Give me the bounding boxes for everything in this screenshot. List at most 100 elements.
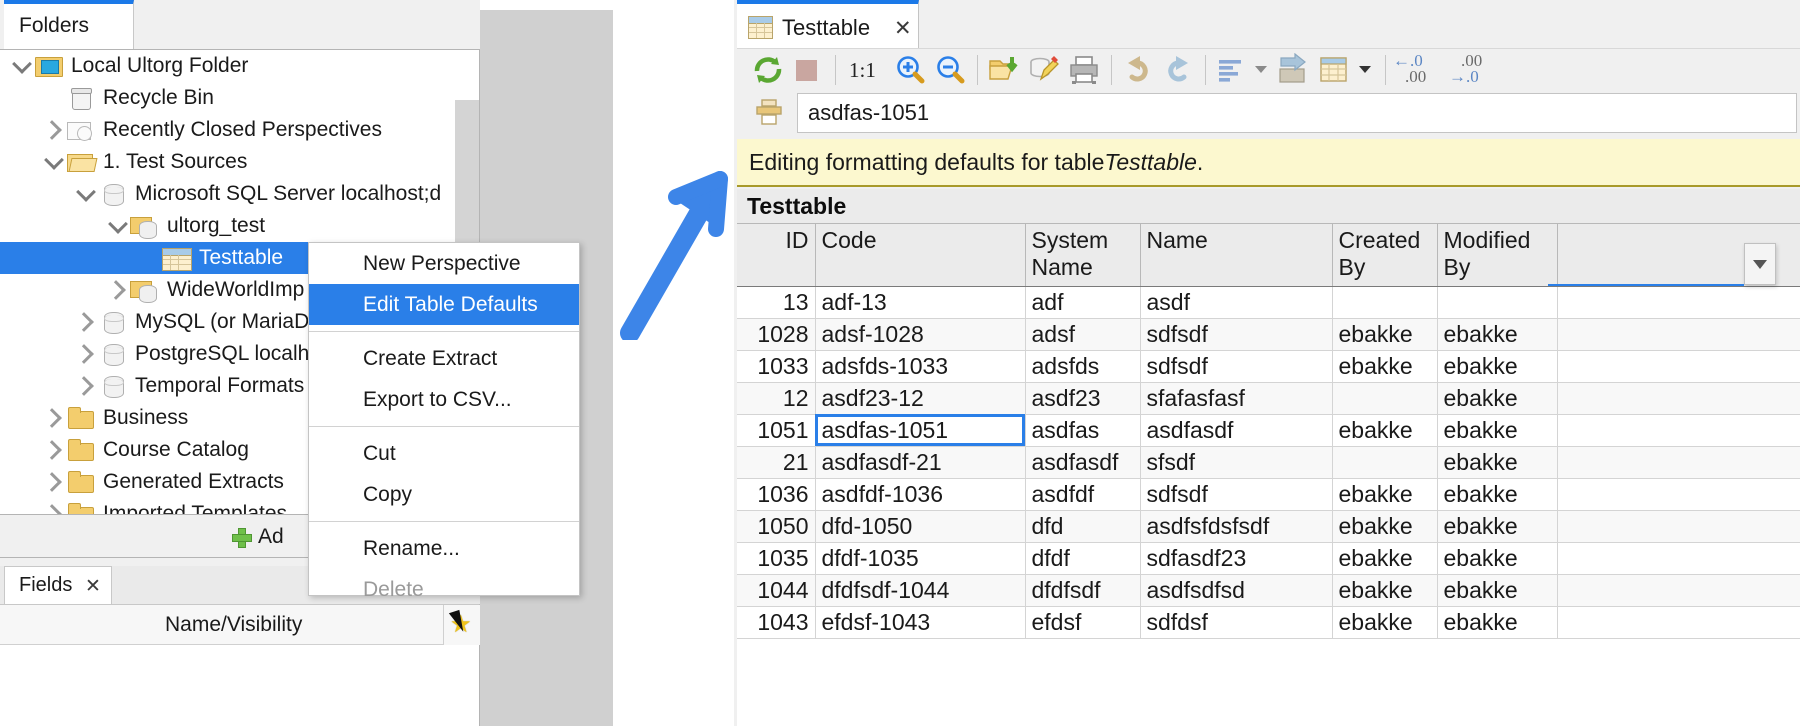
menu-item-rename[interactable]: Rename... — [309, 528, 579, 569]
grid-cell-code[interactable]: asdfdf-1036 — [815, 478, 1026, 511]
export-table-icon[interactable] — [1277, 52, 1311, 87]
grid-cell-modified-by[interactable]: ebakke — [1437, 510, 1558, 543]
grid-cell-system-name[interactable]: dfdf — [1025, 542, 1141, 575]
increase-decimal-icon[interactable]: .00 →.0 — [1449, 51, 1501, 87]
tab-folders[interactable]: Folders — [4, 0, 134, 49]
grid-cell-code[interactable]: dfdfsdf-1044 — [815, 574, 1026, 607]
open-folder-icon[interactable] — [987, 53, 1021, 87]
grid-cell-id[interactable]: 1043 — [737, 606, 816, 639]
grid-cell-created-by[interactable]: ebakke — [1332, 510, 1438, 543]
tree-item-recycle-bin[interactable]: Recycle Bin — [0, 82, 479, 114]
edit-database-icon[interactable] — [1027, 53, 1061, 87]
table-row[interactable]: 1036 asdfdf-1036 asdfdf sdfsdf ebakke ebakke — [737, 478, 1800, 511]
grid-cell-id[interactable]: 1051 — [737, 414, 816, 447]
align-left-icon[interactable] — [1215, 53, 1249, 87]
grid-cell-created-by[interactable]: ebakke — [1332, 318, 1438, 351]
decrease-decimal-icon[interactable]: ←.0 .00 — [1393, 51, 1445, 87]
grid-cell-modified-by[interactable]: ebakke — [1437, 414, 1558, 447]
grid-cell-id[interactable]: 21 — [737, 446, 816, 479]
grid-cell-system-name[interactable]: asdfdf — [1025, 478, 1141, 511]
grid-cell-name[interactable]: asdf — [1140, 286, 1333, 319]
grid-cell-modified-by[interactable]: ebakke — [1437, 542, 1558, 575]
column-dropdown-icon[interactable] — [1744, 243, 1776, 285]
print-icon[interactable] — [1067, 53, 1101, 87]
grid-cell-id[interactable]: 1044 — [737, 574, 816, 607]
grid-cell-modified-by[interactable]: ebakke — [1437, 574, 1558, 607]
grid-cell-code[interactable]: asdf23-12 — [815, 382, 1026, 415]
chevron-down-icon[interactable] — [42, 146, 66, 178]
table-row[interactable]: 12 asdf23-12 asdf23 sfafasfasf ebakke — [737, 382, 1800, 415]
grid-cell-name[interactable]: asdfsdfsd — [1140, 574, 1333, 607]
chevron-right-icon[interactable] — [106, 274, 130, 306]
zoom-out-icon[interactable] — [933, 53, 967, 87]
chevron-right-icon[interactable] — [42, 114, 66, 146]
undo-icon[interactable] — [1121, 53, 1155, 87]
chevron-down-icon[interactable] — [10, 50, 34, 82]
tab-testtable[interactable]: Testtable ✕ — [737, 0, 919, 48]
tree-item-local-ultorg-folder[interactable]: Local Ultorg Folder — [0, 50, 479, 82]
grid-cell-created-by[interactable]: ebakke — [1332, 574, 1438, 607]
refresh-icon[interactable] — [751, 53, 785, 87]
grid-cell-created-by[interactable] — [1332, 382, 1438, 415]
table-row[interactable]: 21 asdfasdf-21 asdfasdf sfsdf ebakke — [737, 446, 1800, 479]
grid-cell-code[interactable]: asdfasdf-21 — [815, 446, 1026, 479]
table-row[interactable]: 1043 efdsf-1043 efdsf sdfdsf ebakke ebakke — [737, 606, 1800, 639]
grid-cell-code[interactable]: dfdf-1035 — [815, 542, 1026, 575]
grid-cell-id[interactable]: 1050 — [737, 510, 816, 543]
grid-cell-code[interactable]: efdsf-1043 — [815, 606, 1026, 639]
zoom-reset-button[interactable]: 1:1 — [845, 53, 889, 87]
add-button-label[interactable]: Ad — [258, 525, 284, 549]
grid-cell-modified-by[interactable]: ebakke — [1437, 350, 1558, 383]
tree-item-microsoft-sql-server-localhost-d[interactable]: Microsoft SQL Server localhost;d — [0, 178, 479, 210]
close-icon[interactable]: ✕ — [894, 16, 912, 41]
tab-fields[interactable]: Fields ✕ — [4, 566, 112, 604]
grid-cell-name[interactable]: sdfsdf — [1140, 350, 1333, 383]
grid-column-header-name[interactable]: Name — [1140, 224, 1333, 287]
grid-cell-modified-by[interactable]: ebakke — [1437, 446, 1558, 479]
grid-cell-code[interactable]: adsfds-1033 — [815, 350, 1026, 383]
grid-cell-modified-by[interactable]: ebakke — [1437, 382, 1558, 415]
grid-cell-created-by[interactable] — [1332, 286, 1438, 319]
chevron-right-icon[interactable] — [74, 306, 98, 338]
menu-item-edit-table-defaults[interactable]: Edit Table Defaults — [309, 284, 579, 325]
grid-cell-name[interactable]: sdfsdf — [1140, 478, 1333, 511]
chevron-right-icon[interactable] — [74, 370, 98, 402]
grid-column-header-system-name[interactable]: System Name — [1025, 224, 1141, 287]
grid-cell-modified-by[interactable]: ebakke — [1437, 478, 1558, 511]
chevron-right-icon[interactable] — [42, 466, 66, 498]
grid-cell-created-by[interactable]: ebakke — [1332, 414, 1438, 447]
chevron-right-icon[interactable] — [74, 338, 98, 370]
grid-cell-system-name[interactable]: dfd — [1025, 510, 1141, 543]
grid-cell-system-name[interactable]: adf — [1025, 286, 1141, 319]
grid-cell-created-by[interactable]: ebakke — [1332, 606, 1438, 639]
grid-cell-name[interactable]: sdfsdf — [1140, 318, 1333, 351]
grid-cell-name[interactable]: asdfsfdsfsdf — [1140, 510, 1333, 543]
grid-cell-name[interactable]: sdfdsf — [1140, 606, 1333, 639]
grid-cell-system-name[interactable]: asdf23 — [1025, 382, 1141, 415]
grid-cell-created-by[interactable]: ebakke — [1332, 542, 1438, 575]
zoom-in-icon[interactable] — [893, 53, 927, 87]
menu-item-export-to-csv[interactable]: Export to CSV... — [309, 379, 579, 420]
grid-cell-code[interactable]: adf-13 — [815, 286, 1026, 319]
chevron-right-icon[interactable] — [42, 402, 66, 434]
chevron-right-icon[interactable] — [42, 498, 66, 514]
grid-cell-id[interactable]: 1033 — [737, 350, 816, 383]
tree-item-1-test-sources[interactable]: 1. Test Sources — [0, 146, 479, 178]
menu-item-new-perspective[interactable]: New Perspective — [309, 243, 579, 284]
table-format-caret-icon[interactable] — [1359, 66, 1371, 73]
grid-cell-system-name[interactable]: efdsf — [1025, 606, 1141, 639]
grid-cell-name[interactable]: sfafasfasf — [1140, 382, 1333, 415]
grid-cell-id[interactable]: 1036 — [737, 478, 816, 511]
grid-cell-id[interactable]: 1035 — [737, 542, 816, 575]
grid-cell-system-name[interactable]: asdfas — [1025, 414, 1141, 447]
menu-item-copy[interactable]: Copy — [309, 474, 579, 515]
print-row-icon[interactable] — [754, 98, 784, 128]
table-row[interactable]: 1028 adsf-1028 adsf sdfsdf ebakke ebakke — [737, 318, 1800, 351]
table-row[interactable]: 1033 adsfds-1033 adsfds sdfsdf ebakke ebakke — [737, 350, 1800, 383]
grid-column-header-created-by[interactable]: Created By — [1332, 224, 1438, 287]
grid-cell-modified-by[interactable]: ebakke — [1437, 606, 1558, 639]
grid-cell-name[interactable]: asdfasdf — [1140, 414, 1333, 447]
grid-cell-modified-by[interactable] — [1437, 286, 1558, 319]
menu-item-cut[interactable]: Cut — [309, 433, 579, 474]
grid-cell-created-by[interactable] — [1332, 446, 1438, 479]
